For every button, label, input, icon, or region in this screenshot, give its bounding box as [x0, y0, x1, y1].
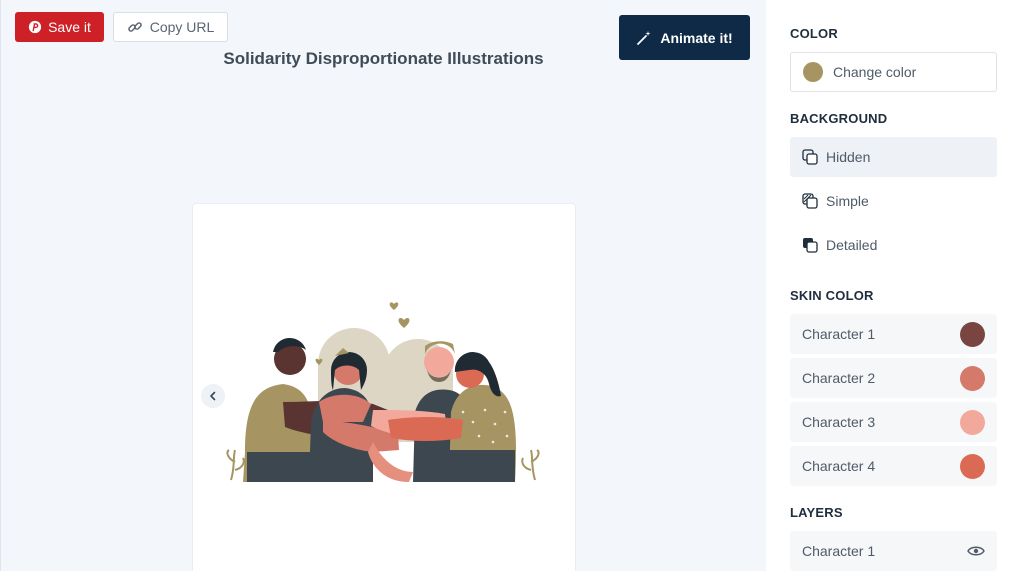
background-option-hidden[interactable]: Hidden — [790, 137, 997, 177]
animate-it-label: Animate it! — [660, 29, 733, 46]
background-option-simple[interactable]: Simple — [790, 181, 997, 221]
change-color-label: Change color — [833, 64, 917, 80]
sidebar: COLOR Change color BACKGROUND Hidden Sim… — [766, 0, 1021, 571]
solidarity-illustration — [226, 302, 540, 482]
canvas-area: Save it Copy URL Animate it! Solidarity … — [0, 0, 765, 571]
pinterest-icon — [28, 20, 42, 34]
background-option-detailed[interactable]: Detailed — [790, 225, 997, 265]
skin-color-character-2[interactable]: Character 2 — [790, 358, 997, 398]
chevron-left-icon — [210, 391, 216, 401]
skin-color-heading: SKIN COLOR — [790, 288, 874, 303]
background-option-label: Hidden — [826, 149, 871, 165]
eye-icon[interactable] — [967, 545, 985, 557]
character-label: Character 3 — [802, 414, 876, 430]
previous-button[interactable] — [201, 384, 225, 408]
magic-wand-icon — [637, 30, 651, 45]
save-it-button[interactable]: Save it — [15, 12, 104, 42]
skin-swatch[interactable] — [960, 365, 985, 391]
copy-url-button[interactable]: Copy URL — [113, 12, 228, 42]
layer-label: Character 1 — [802, 543, 876, 559]
skin-swatch[interactable] — [960, 321, 985, 347]
skin-color-character-1[interactable]: Character 1 — [790, 314, 997, 354]
link-icon — [127, 22, 142, 32]
color-heading: COLOR — [790, 26, 838, 41]
skin-swatch[interactable] — [960, 453, 985, 479]
layers-heading: LAYERS — [790, 505, 843, 520]
color-swatch — [803, 62, 823, 82]
layers-filled-icon — [803, 238, 818, 253]
layers-outline-icon — [802, 149, 818, 165]
layer-character-1[interactable]: Character 1 — [790, 531, 997, 571]
skin-swatch[interactable] — [960, 409, 985, 435]
layers-striped-icon — [802, 193, 818, 209]
background-option-label: Detailed — [826, 237, 878, 253]
background-option-label: Simple — [826, 193, 869, 209]
skin-color-character-4[interactable]: Character 4 — [790, 446, 997, 486]
background-heading: BACKGROUND — [790, 111, 888, 126]
page-title: Solidarity Disproportionate Illustration… — [223, 49, 544, 68]
character-label: Character 4 — [802, 458, 876, 474]
change-color-button[interactable]: Change color — [790, 52, 997, 92]
character-label: Character 2 — [802, 370, 876, 386]
character-label: Character 1 — [802, 326, 876, 342]
skin-color-character-3[interactable]: Character 3 — [790, 402, 997, 442]
save-it-label: Save it — [48, 19, 91, 35]
copy-url-label: Copy URL — [149, 19, 215, 35]
